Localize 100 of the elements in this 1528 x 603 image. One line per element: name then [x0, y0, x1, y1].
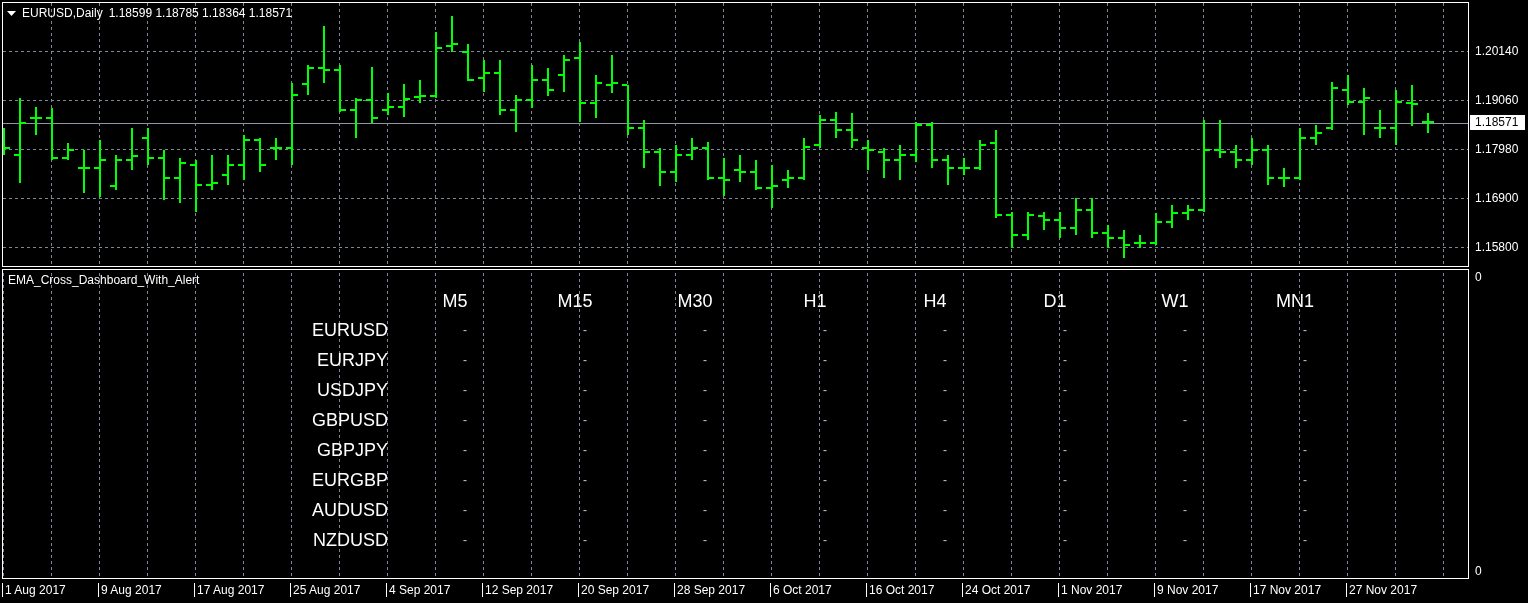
signal-value: -: [1183, 383, 1187, 397]
signal-value: -: [463, 323, 467, 337]
signal-value: -: [1063, 533, 1067, 547]
signal-value: -: [583, 503, 587, 517]
date-label: 9 Nov 2017: [1154, 583, 1219, 597]
price-label: 1.16900: [1475, 191, 1519, 205]
signal-value: -: [1303, 443, 1307, 457]
signal-value: -: [583, 533, 587, 547]
symbol-label: EURGBP: [311, 470, 388, 490]
date-label: 4 Sep 2017: [386, 583, 451, 597]
date-label: 17 Aug 2017: [194, 583, 265, 597]
signal-value: -: [1183, 473, 1187, 487]
scale-label: 0: [1475, 564, 1482, 578]
signal-value: -: [703, 473, 707, 487]
signal-value: -: [1063, 503, 1067, 517]
signal-value: -: [463, 533, 467, 547]
signal-value: -: [943, 533, 947, 547]
indicator-title: EMA_Cross_Dashboard_With_Alert: [8, 273, 200, 287]
date-label: 17 Nov 2017: [1250, 583, 1322, 597]
signal-value: -: [583, 473, 587, 487]
signal-value: -: [583, 413, 587, 427]
signal-value: -: [463, 443, 467, 457]
signal-value: -: [703, 353, 707, 367]
timeframe-header: M30: [677, 291, 713, 311]
signal-value: -: [1183, 353, 1187, 367]
signal-value: -: [463, 503, 467, 517]
scale-label: 0: [1475, 270, 1482, 284]
date-label: 28 Sep 2017: [674, 583, 746, 597]
date-label: 16 Oct 2017: [866, 583, 935, 597]
signal-value: -: [703, 413, 707, 427]
timeframe-header: D1: [1043, 291, 1067, 311]
date-label: 1 Aug 2017: [2, 583, 66, 597]
signal-value: -: [463, 413, 467, 427]
signal-value: -: [703, 533, 707, 547]
ohlc-quote: 1.18599 1.18785 1.18364 1.18571: [108, 6, 293, 20]
signal-value: -: [943, 443, 947, 457]
signal-value: -: [823, 353, 827, 367]
signal-value: -: [823, 413, 827, 427]
signal-value: -: [1303, 323, 1307, 337]
signal-value: -: [1303, 383, 1307, 397]
signal-value: -: [1303, 503, 1307, 517]
signal-value: -: [943, 503, 947, 517]
signal-value: -: [823, 443, 827, 457]
signal-value: -: [583, 443, 587, 457]
symbol-label: NZDUSD: [313, 530, 388, 550]
signal-value: -: [1183, 503, 1187, 517]
signal-value: -: [943, 473, 947, 487]
signal-value: -: [1303, 473, 1307, 487]
signal-value: -: [1063, 383, 1067, 397]
signal-value: -: [943, 383, 947, 397]
signal-value: -: [943, 413, 947, 427]
signal-value: -: [463, 383, 467, 397]
timeframe-header: H1: [803, 291, 827, 311]
signal-value: -: [463, 473, 467, 487]
signal-value: -: [1183, 443, 1187, 457]
signal-value: -: [1183, 323, 1187, 337]
signal-value: -: [943, 353, 947, 367]
signal-value: -: [1063, 443, 1067, 457]
signal-value: -: [823, 323, 827, 337]
signal-value: -: [823, 533, 827, 547]
price-label: 1.17980: [1475, 142, 1519, 156]
date-label: 1 Nov 2017: [1058, 583, 1123, 597]
symbol-label: USDJPY: [317, 380, 388, 400]
timeframe-header: W1: [1161, 291, 1189, 311]
timeframe-header: M5: [442, 291, 468, 311]
signal-value: -: [703, 323, 707, 337]
symbol-label: EURJPY: [317, 350, 388, 370]
caret-icon: [7, 10, 16, 16]
signal-value: -: [1303, 413, 1307, 427]
price-label: 1.19060: [1475, 93, 1519, 107]
signal-value: -: [1063, 323, 1067, 337]
signal-value: -: [703, 503, 707, 517]
date-label: 9 Aug 2017: [98, 583, 162, 597]
timeframe-header: H4: [923, 291, 947, 311]
signal-value: -: [703, 383, 707, 397]
signal-value: -: [1063, 353, 1067, 367]
date-label: 24 Oct 2017: [962, 583, 1031, 597]
date-label: 27 Nov 2017: [1346, 583, 1418, 597]
symbol-label: GBPUSD: [311, 410, 388, 430]
signal-value: -: [1303, 353, 1307, 367]
signal-value: -: [823, 503, 827, 517]
signal-value: -: [823, 383, 827, 397]
signal-value: -: [1183, 413, 1187, 427]
date-label: 6 Oct 2017: [770, 583, 832, 597]
signal-value: -: [1063, 473, 1067, 487]
signal-value: -: [583, 353, 587, 367]
signal-value: -: [463, 353, 467, 367]
signal-value: -: [823, 473, 827, 487]
symbol-label: GBPJPY: [316, 440, 388, 460]
timeframe-header: MN1: [1276, 291, 1314, 311]
symbol-label: EURUSD: [312, 320, 388, 340]
signal-value: -: [583, 323, 587, 337]
price-label: 1.20140: [1475, 44, 1519, 58]
date-label: 25 Aug 2017: [290, 583, 361, 597]
current-price-label: 1.18571: [1470, 115, 1526, 130]
chart-title: EURUSD,Daily: [22, 6, 103, 20]
signal-value: -: [1063, 413, 1067, 427]
date-label: 20 Sep 2017: [578, 583, 650, 597]
signal-value: -: [1303, 533, 1307, 547]
signal-value: -: [943, 323, 947, 337]
